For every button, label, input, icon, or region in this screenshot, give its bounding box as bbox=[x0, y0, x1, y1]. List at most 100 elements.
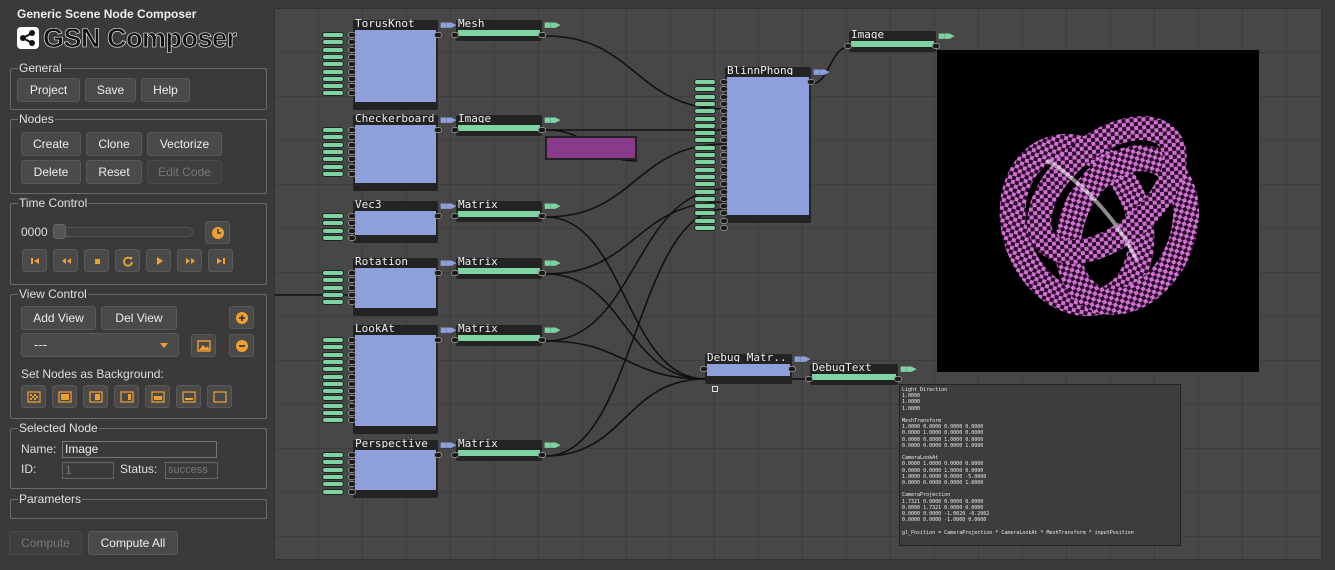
input-param-widget[interactable] bbox=[322, 134, 344, 141]
input-port[interactable] bbox=[720, 159, 728, 166]
output-port[interactable] bbox=[538, 270, 546, 276]
input-port[interactable] bbox=[348, 270, 356, 276]
input-port[interactable] bbox=[720, 122, 728, 129]
input-port[interactable] bbox=[348, 61, 356, 68]
reset-button[interactable]: Reset bbox=[86, 160, 142, 184]
input-port[interactable] bbox=[348, 466, 356, 473]
input-param-widget[interactable] bbox=[322, 156, 344, 163]
input-port[interactable] bbox=[720, 93, 728, 100]
output-port[interactable] bbox=[434, 213, 442, 219]
input-param-widget[interactable] bbox=[322, 61, 344, 68]
input-port[interactable] bbox=[348, 220, 356, 227]
input-param-widget[interactable] bbox=[322, 488, 344, 495]
input-port[interactable] bbox=[348, 344, 356, 351]
output-port[interactable] bbox=[434, 270, 442, 276]
input-port[interactable] bbox=[720, 152, 728, 158]
add-view-icon-button[interactable] bbox=[229, 306, 254, 329]
node-body[interactable] bbox=[353, 209, 438, 237]
input-param-widget[interactable] bbox=[322, 299, 344, 306]
output-port[interactable] bbox=[538, 213, 546, 219]
input-param-widget[interactable] bbox=[694, 115, 716, 122]
input-param-widget[interactable] bbox=[694, 159, 716, 166]
input-port[interactable] bbox=[720, 203, 728, 210]
input-port[interactable] bbox=[348, 234, 356, 241]
output-port[interactable] bbox=[894, 376, 902, 382]
input-param-widget[interactable] bbox=[322, 402, 344, 409]
input-port[interactable] bbox=[720, 181, 728, 188]
input-port[interactable] bbox=[348, 291, 356, 298]
input-param-widget[interactable] bbox=[322, 373, 344, 380]
input-param-widget[interactable] bbox=[694, 130, 716, 137]
node-body[interactable] bbox=[353, 123, 438, 185]
input-port[interactable] bbox=[348, 141, 356, 148]
input-port[interactable] bbox=[348, 148, 356, 155]
input-param-widget[interactable] bbox=[322, 148, 344, 155]
play-button[interactable] bbox=[146, 249, 171, 272]
input-port[interactable] bbox=[720, 100, 728, 107]
bg-right-button[interactable] bbox=[83, 385, 108, 408]
input-port[interactable] bbox=[451, 270, 459, 276]
input-port[interactable] bbox=[348, 417, 356, 424]
input-param-widget[interactable] bbox=[694, 108, 716, 115]
output-port[interactable] bbox=[538, 127, 546, 133]
input-port[interactable] bbox=[451, 127, 459, 133]
output-port[interactable] bbox=[434, 32, 442, 38]
input-param-widget[interactable] bbox=[694, 225, 716, 231]
input-port[interactable] bbox=[348, 163, 356, 170]
input-param-widget[interactable] bbox=[694, 122, 716, 129]
input-port[interactable] bbox=[720, 86, 728, 93]
input-param-widget[interactable] bbox=[322, 366, 344, 373]
rewind-button[interactable] bbox=[53, 249, 78, 272]
input-param-widget[interactable] bbox=[694, 137, 716, 144]
input-port[interactable] bbox=[348, 410, 356, 416]
input-port[interactable] bbox=[720, 195, 728, 202]
input-param-widget[interactable] bbox=[694, 144, 716, 151]
input-port[interactable] bbox=[348, 481, 356, 488]
node-body[interactable] bbox=[725, 75, 811, 217]
input-port[interactable] bbox=[348, 473, 356, 480]
input-port[interactable] bbox=[348, 459, 356, 466]
add-view-button[interactable]: Add View bbox=[21, 306, 96, 330]
input-port[interactable] bbox=[348, 373, 356, 380]
input-param-widget[interactable] bbox=[322, 90, 344, 97]
input-param-widget[interactable] bbox=[694, 210, 716, 217]
input-param-widget[interactable] bbox=[322, 344, 344, 351]
id-field[interactable]: 1 bbox=[62, 462, 114, 479]
input-port[interactable] bbox=[348, 351, 356, 358]
remove-view-icon-button[interactable] bbox=[229, 334, 254, 357]
input-port[interactable] bbox=[348, 380, 356, 387]
input-port[interactable] bbox=[805, 376, 813, 382]
help-button[interactable]: Help bbox=[141, 78, 190, 102]
input-port[interactable] bbox=[348, 83, 356, 90]
input-param-widget[interactable] bbox=[694, 93, 716, 100]
input-port[interactable] bbox=[720, 166, 728, 173]
input-port[interactable] bbox=[348, 488, 356, 495]
input-param-widget[interactable] bbox=[322, 213, 344, 219]
input-port[interactable] bbox=[348, 39, 356, 46]
compute-all-button[interactable]: Compute All bbox=[88, 531, 178, 555]
input-param-widget[interactable] bbox=[322, 473, 344, 480]
output-port[interactable] bbox=[807, 79, 815, 85]
status-field[interactable]: success bbox=[165, 462, 218, 479]
clone-button[interactable]: Clone bbox=[86, 132, 142, 156]
input-param-widget[interactable] bbox=[322, 417, 344, 424]
save-button[interactable]: Save bbox=[85, 78, 136, 102]
del-view-button[interactable]: Del View bbox=[101, 306, 177, 330]
input-port[interactable] bbox=[700, 366, 708, 372]
input-port[interactable] bbox=[348, 32, 356, 38]
input-param-widget[interactable] bbox=[322, 410, 344, 416]
output-port[interactable] bbox=[538, 452, 546, 458]
input-port[interactable] bbox=[348, 227, 356, 234]
stop-button[interactable] bbox=[84, 249, 109, 272]
input-port[interactable] bbox=[720, 79, 728, 85]
input-param-widget[interactable] bbox=[322, 127, 344, 133]
input-param-widget[interactable] bbox=[694, 217, 716, 224]
input-param-widget[interactable] bbox=[694, 79, 716, 85]
time-slider[interactable] bbox=[55, 227, 193, 237]
time-slider-thumb[interactable] bbox=[53, 224, 66, 239]
node-body[interactable] bbox=[353, 28, 438, 104]
input-port[interactable] bbox=[348, 46, 356, 53]
project-button[interactable]: Project bbox=[17, 78, 80, 102]
node-body[interactable] bbox=[705, 362, 792, 378]
delete-button[interactable]: Delete bbox=[21, 160, 81, 184]
